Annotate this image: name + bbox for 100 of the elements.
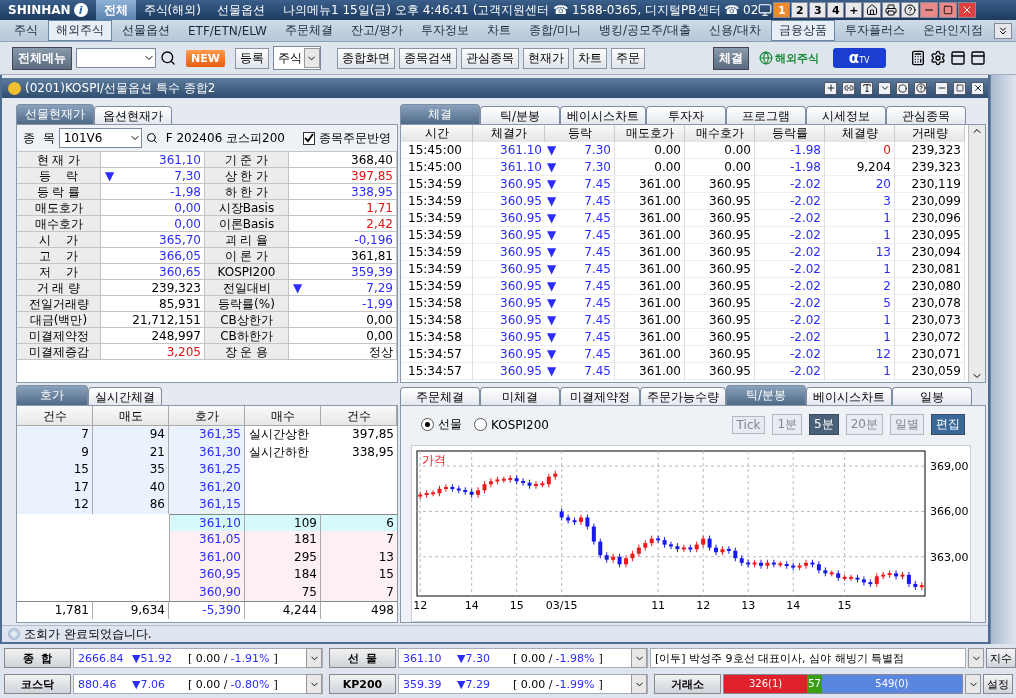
down-arrow: ▼: [105, 167, 115, 184]
menu-item[interactable]: 차트: [478, 20, 519, 41]
screen-button[interactable]: 3: [809, 2, 827, 18]
menu-item[interactable]: 주식: [6, 20, 46, 41]
menu-item[interactable]: 투자플러스: [837, 20, 914, 41]
fill-button[interactable]: 체결: [712, 46, 749, 70]
tab[interactable]: 틱/분봉: [480, 106, 560, 124]
table-cell: 15:34:59: [401, 176, 473, 193]
print-icon: [885, 4, 898, 16]
scrollbar[interactable]: [968, 125, 985, 383]
period-button[interactable]: 5분: [809, 414, 839, 436]
tab[interactable]: 베이시스차트: [560, 106, 646, 124]
tab[interactable]: 일봉: [892, 387, 972, 406]
tab[interactable]: 베이시스차트: [806, 387, 892, 406]
radio-option[interactable]: 선물: [421, 416, 462, 434]
help-icon: [904, 4, 917, 16]
app-tab[interactable]: 주식(해외): [135, 0, 209, 20]
table-cell: 361,25: [169, 461, 245, 479]
menu-item[interactable]: 종합/미니: [520, 20, 589, 41]
text-icon: [861, 83, 872, 93]
tab[interactable]: 선물현재가: [16, 104, 94, 124]
table-cell: 1: [825, 261, 895, 278]
register-button[interactable]: 등록: [234, 47, 269, 69]
menu-item[interactable]: 주문체결: [276, 20, 341, 41]
tab[interactable]: 미결제약정: [560, 387, 640, 406]
checkbox[interactable]: [303, 131, 315, 145]
shortcut-button[interactable]: 종합화면: [336, 47, 395, 69]
tab[interactable]: 주문체결: [400, 387, 480, 406]
table-cell: 360.95: [473, 278, 545, 295]
table-cell: -1.98: [755, 142, 825, 159]
table-cell: 20: [825, 176, 895, 193]
news-ticker[interactable]: [이투] 박성주 9호선 대표이사, 심야 해빙기 특별점: [650, 648, 966, 668]
table-cell: 15: [321, 566, 397, 584]
checkbox-label: 종목주문반영: [319, 129, 391, 147]
index-value: 359.39: [402, 677, 443, 691]
tab[interactable]: 체결: [400, 104, 480, 124]
menu-item[interactable]: 해외주식: [48, 20, 112, 41]
code-field[interactable]: 101V6: [58, 128, 142, 148]
tab[interactable]: 시세정보: [806, 106, 886, 124]
field-label: 괴 리 율: [205, 232, 289, 248]
table-cell: 360.95: [473, 312, 545, 329]
tab[interactable]: 호가: [16, 385, 88, 406]
table-cell: 3: [825, 193, 895, 210]
shortcut-button[interactable]: 주문: [610, 47, 645, 69]
index-detail: [ 0.00 /: [512, 651, 553, 665]
tab[interactable]: 관심종목: [886, 106, 966, 124]
shortcut-button[interactable]: 차트: [572, 47, 607, 69]
menu-item[interactable]: 잔고/평가: [342, 20, 411, 41]
screen-button[interactable]: 4: [827, 2, 845, 18]
tv-logo[interactable]: αTV: [832, 48, 886, 68]
shortcut-button[interactable]: 현재가: [522, 47, 569, 69]
table-cell: 0.00: [615, 142, 685, 159]
menu-item[interactable]: 선물옵션: [114, 20, 178, 41]
tab[interactable]: 주문가능수량: [640, 387, 726, 406]
column-header: 호가: [169, 406, 245, 427]
tab[interactable]: 실시간체결: [88, 387, 162, 406]
menu-item[interactable]: 온라인지점: [915, 20, 992, 41]
menu-search-field[interactable]: [76, 48, 156, 68]
settings-button[interactable]: 설정: [983, 674, 1013, 694]
shortcut-button[interactable]: 관심종목: [460, 47, 519, 69]
edit-button[interactable]: 편집: [931, 414, 965, 436]
table-cell: 0.00: [685, 159, 755, 176]
menu-item[interactable]: 신용/대차: [701, 20, 770, 41]
tab[interactable]: 미체결: [480, 387, 560, 406]
monitor-icon[interactable]: [758, 3, 773, 17]
table-cell: 360.95: [685, 278, 755, 295]
table-cell: 12: [17, 496, 93, 514]
tab[interactable]: 옵션현재가: [94, 106, 172, 124]
field-label: 이 론 가: [205, 248, 289, 264]
field-label: 고 가: [17, 248, 101, 264]
table-cell: 360.95: [685, 312, 755, 329]
radio-option[interactable]: KOSPI200: [474, 417, 549, 432]
logo-mark: i: [73, 3, 88, 17]
table-cell: 360.95: [473, 346, 545, 363]
index-button[interactable]: 지수: [986, 648, 1016, 668]
table-cell: 7.45: [561, 312, 615, 329]
field-value: 0,00: [366, 327, 393, 344]
market-select[interactable]: 주식: [272, 46, 321, 70]
menu-item[interactable]: 금융상품: [771, 20, 836, 41]
menu-item[interactable]: 투자정보: [412, 20, 477, 41]
column-header: 건수: [17, 406, 93, 427]
candle: [579, 514, 583, 526]
menu-item[interactable]: ETF/ETN/ELW: [180, 21, 275, 40]
shortcut-button[interactable]: 종목검색: [398, 47, 457, 69]
table-cell: 86: [93, 496, 169, 514]
field-value: 368,40: [351, 151, 393, 168]
menu-item[interactable]: 뱅킹/공모주/대출: [590, 20, 699, 41]
tab[interactable]: 프로그램: [726, 106, 806, 124]
table-cell: 361.00: [615, 329, 685, 346]
app-tab[interactable]: 선물옵션: [208, 0, 273, 20]
tab[interactable]: 투자자: [646, 106, 726, 124]
screen-button[interactable]: +: [845, 2, 863, 18]
table-cell: 7: [17, 426, 93, 444]
field-label: 하 한 가: [205, 184, 289, 200]
breadth-bar: 549(0): [821, 675, 962, 693]
all-menu-button[interactable]: 전체메뉴: [12, 46, 72, 70]
table-cell: 15:45:00: [401, 159, 473, 176]
screen-button[interactable]: 2: [791, 2, 809, 18]
index-rate: -1.91%: [229, 651, 270, 665]
globe-icon: [758, 51, 773, 65]
